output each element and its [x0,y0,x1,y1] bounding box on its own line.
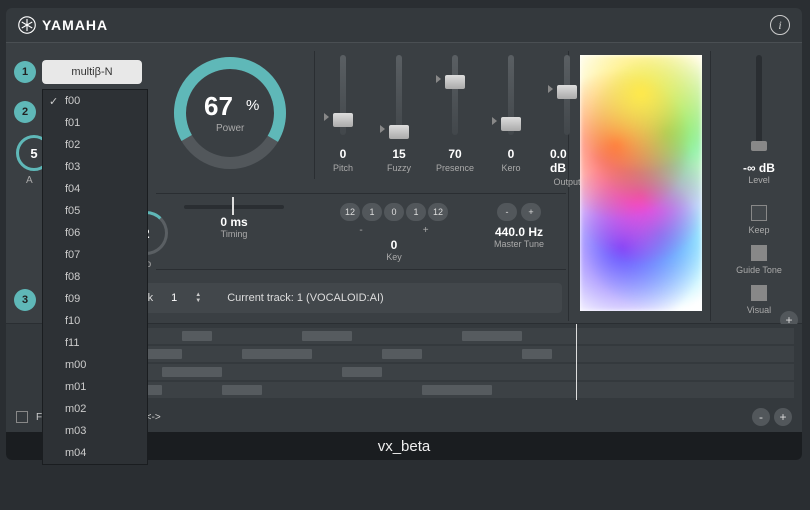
yamaha-icon [18,16,36,34]
voice-select-1[interactable]: multiβ-N [42,60,142,84]
toggle-group: Keep Guide Tone Visual [724,205,794,315]
brand-logo: YAMAHA [18,16,108,34]
zoom-in-button[interactable]: + [774,408,792,426]
divider [156,269,566,270]
key-minus-12[interactable]: 12 [340,203,360,221]
step-2-badge: 2 [14,101,36,123]
keep-toggle[interactable] [751,205,767,221]
key-control: 12 1 0 1 12 -+ 0 Key [324,203,464,262]
dropdown-item-f06[interactable]: f06 [43,222,147,244]
tune-minus[interactable]: - [497,203,517,221]
plugin-panel: YAMAHA i 1 2 3 multiβ-N f00 ▼ 5 A 2 rato… [6,8,802,460]
key-minus-1[interactable]: 1 [362,203,382,221]
track-number: 1 [171,292,177,304]
output-slider[interactable]: 0.0 dBOutput [550,55,584,187]
voice-dropdown[interactable]: f00f01f02f03f04f05f06f07f08f09f10f11m00m… [42,89,148,465]
attack-label: A [26,175,33,186]
dropdown-item-f04[interactable]: f04 [43,178,147,200]
guide-tone-toggle[interactable] [751,245,767,261]
step-1-badge: 1 [14,61,36,83]
divider [156,193,566,194]
dropdown-item-f02[interactable]: f02 [43,134,147,156]
dropdown-item-f10[interactable]: f10 [43,310,147,332]
dropdown-item-m01[interactable]: m01 [43,376,147,398]
dropdown-item-m03[interactable]: m03 [43,420,147,442]
pitch-slider[interactable]: 0Pitch [326,55,360,187]
level-slider[interactable]: -∞ dB Level [724,55,794,185]
header: YAMAHA i [6,8,802,42]
dropdown-item-f01[interactable]: f01 [43,112,147,134]
dropdown-item-f11[interactable]: f11 [43,332,147,354]
current-track-label: Current track: 1 (VOCALOID:AI) [227,292,383,304]
dropdown-item-m04[interactable]: m04 [43,442,147,464]
tune-value: 440.0 Hz [474,225,564,239]
playhead[interactable] [576,324,577,400]
track-stepper[interactable]: ▲▼ [195,292,201,304]
dropdown-item-f03[interactable]: f03 [43,156,147,178]
dropdown-item-f07[interactable]: f07 [43,244,147,266]
visual-toggle[interactable] [751,285,767,301]
key-plus-12[interactable]: 12 [428,203,448,221]
dropdown-item-f05[interactable]: f05 [43,200,147,222]
visualizer [580,55,702,311]
dropdown-item-m00[interactable]: m00 [43,354,147,376]
divider [710,51,711,321]
dropdown-item-f09[interactable]: f09 [43,288,147,310]
fuzzy-slider[interactable]: 15Fuzzy [382,55,416,187]
timing-control[interactable]: 0 ms Timing [178,205,290,239]
kero-slider[interactable]: 0Kero [494,55,528,187]
tune-plus[interactable]: + [521,203,541,221]
follow-checkbox[interactable] [16,411,28,423]
dropdown-item-f08[interactable]: f08 [43,266,147,288]
slider-group: 0Pitch 15Fuzzy 70Presence 0Kero 0.0 dBOu… [326,55,584,187]
power-percent: % [246,97,259,114]
key-zero[interactable]: 0 [384,203,404,221]
key-label: Key [324,252,464,262]
dropdown-item-m02[interactable]: m02 [43,398,147,420]
tune-label: Master Tune [474,239,564,249]
info-button[interactable]: i [770,15,790,35]
brand-text: YAMAHA [42,17,108,33]
key-value: 0 [324,238,464,252]
master-tune-control: - + 440.0 Hz Master Tune [474,203,564,249]
key-plus-1[interactable]: 1 [406,203,426,221]
divider [314,51,315,179]
power-label: Power [216,123,244,134]
step-3-badge: 3 [14,289,36,311]
dropdown-item-f00[interactable]: f00 [43,90,147,112]
presence-slider[interactable]: 70Presence [438,55,472,187]
power-value: 67 [204,91,233,122]
zoom-out-button[interactable]: - [752,408,770,426]
